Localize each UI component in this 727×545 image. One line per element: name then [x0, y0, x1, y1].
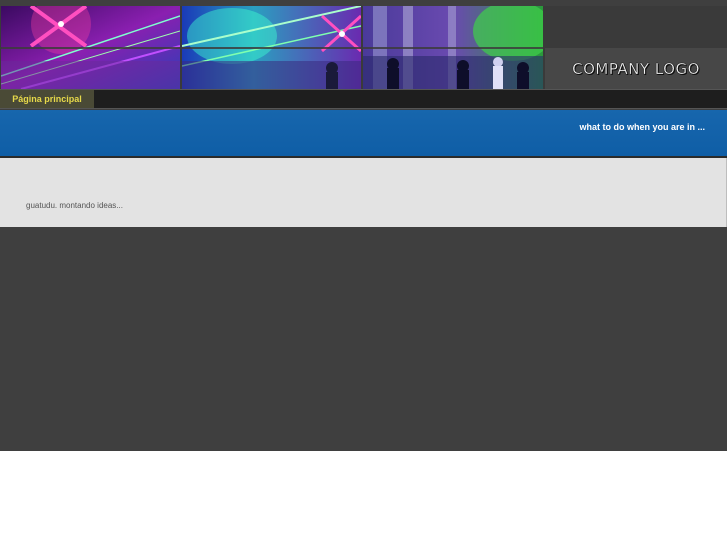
tagline-band: what to do when you are in ...	[0, 110, 727, 158]
banner-divider	[0, 47, 545, 49]
page: COMPANY LOGO Página principal what to do…	[0, 0, 727, 545]
nav-bar: Página principal	[0, 89, 727, 109]
header-banner: COMPANY LOGO	[0, 6, 727, 89]
content-area: guatudu. montando ideas...	[0, 158, 727, 227]
tagline: what to do when you are in ...	[579, 122, 705, 132]
company-logo[interactable]: COMPANY LOGO	[545, 48, 727, 89]
content-text: guatudu. montando ideas...	[26, 201, 123, 210]
logo-text: COMPANY LOGO	[572, 59, 700, 78]
nav-item-home[interactable]: Página principal	[0, 90, 94, 108]
